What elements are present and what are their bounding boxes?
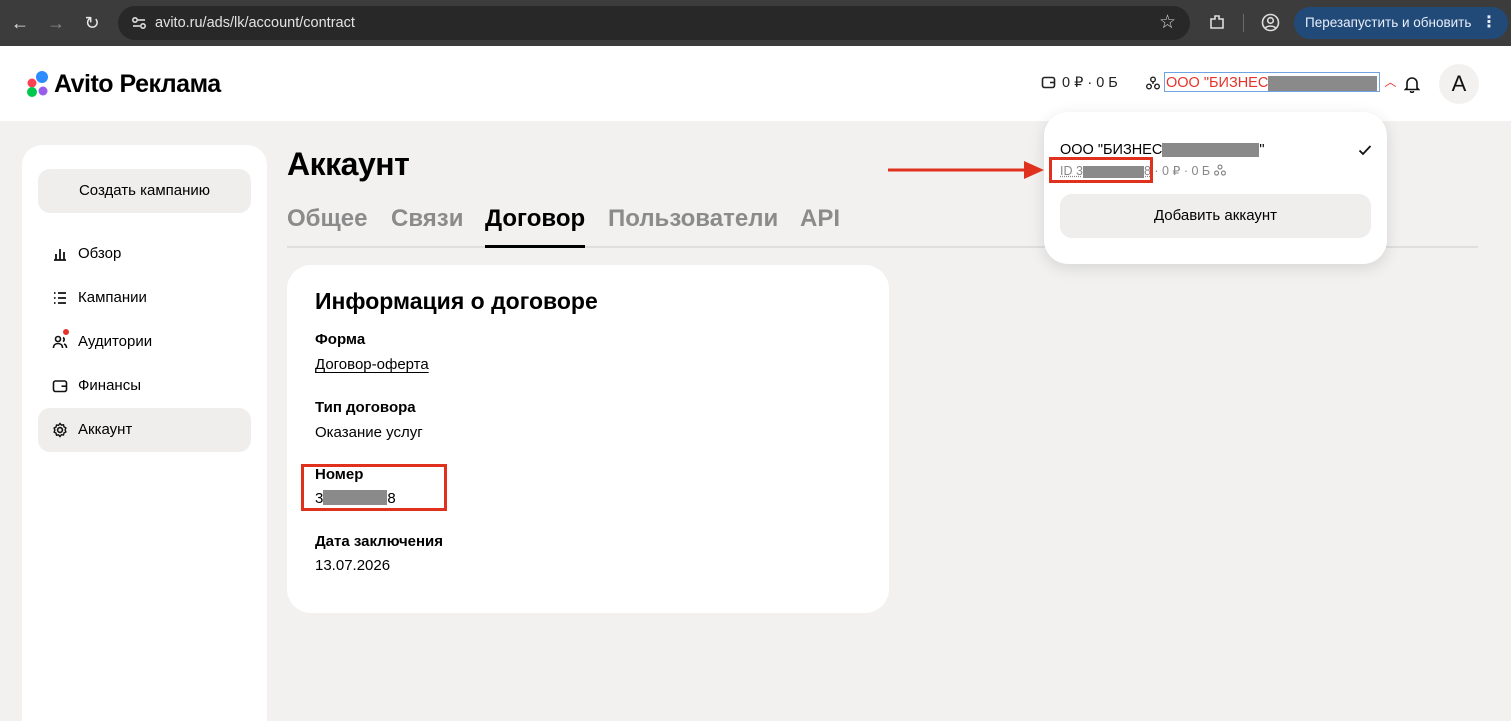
restart-update-button[interactable]: Перезапустить и обновить ⋮: [1294, 7, 1508, 39]
chevron-up-icon: ︿: [1384, 75, 1397, 89]
more-menu-icon[interactable]: ⋮: [1481, 7, 1497, 39]
organization-selector[interactable]: ООО "БИЗНЕС ︿: [1146, 72, 1396, 94]
address-bar[interactable]: avito.ru/ads/lk/account/contract ☆: [118, 6, 1190, 40]
annotation-highlight-number: [301, 464, 447, 511]
extensions-icon[interactable]: [1208, 13, 1226, 31]
org-name: ООО "БИЗНЕС: [1166, 75, 1269, 91]
sidebar-item-campaigns[interactable]: Кампании: [38, 276, 251, 320]
profile-icon[interactable]: [1261, 13, 1280, 32]
tab-users[interactable]: Пользователи: [608, 205, 778, 248]
sidebar-item-overview[interactable]: Обзор: [38, 232, 251, 276]
redacted-block: [1162, 143, 1260, 158]
type-value: Оказание услуг: [315, 424, 423, 441]
balance-indicator[interactable]: 0 ₽ · 0 Б: [1041, 75, 1118, 91]
browser-toolbar: ← → ↻ avito.ru/ads/lk/account/contract ☆…: [0, 0, 1511, 46]
sidebar-item-label: Обзор: [78, 245, 122, 262]
sidebar-item-account[interactable]: Аккаунт: [38, 408, 251, 452]
sidebar-item-finance[interactable]: Финансы: [38, 364, 251, 408]
reload-icon[interactable]: ↻: [80, 11, 104, 35]
sidebar-item-label: Аудитории: [78, 333, 153, 350]
people-icon: [52, 335, 68, 349]
sidebar: Создать кампанию Обзор Кампании Аудитори…: [22, 145, 267, 721]
sidebar-item-audiences[interactable]: Аудитории: [38, 320, 251, 364]
org-name-box: ООО "БИЗНЕС: [1164, 72, 1381, 92]
annotation-arrow-icon: [888, 161, 1044, 179]
dropdown-org-name[interactable]: ООО "БИЗНЕС ": [1060, 142, 1264, 158]
page-title: Аккаунт: [287, 146, 410, 182]
url-text: avito.ru/ads/lk/account/contract: [155, 15, 355, 31]
add-account-button[interactable]: Добавить аккаунт: [1060, 194, 1371, 238]
account-balance-meta: · 0 ₽ · 0 Б: [1154, 164, 1211, 178]
balance-text: 0 ₽ · 0 Б: [1062, 75, 1118, 91]
tab-connections[interactable]: Связи: [391, 205, 463, 248]
redacted-block: [1268, 75, 1378, 91]
org-structure-icon: [1146, 76, 1160, 90]
contract-info-card: Информация о договоре Форма Договор-офер…: [287, 265, 889, 613]
site-header: Avito Реклама 0 ₽ · 0 Б ООО "БИЗНЕС ︿ А: [0, 46, 1511, 121]
form-label: Форма: [315, 331, 366, 348]
checkmark-icon: [1358, 145, 1372, 156]
type-label: Тип договора: [315, 399, 416, 416]
wallet-icon: [1041, 76, 1056, 89]
dropdown-org-name-text: ООО "БИЗНЕС: [1060, 142, 1163, 158]
contract-offer-link[interactable]: Договор-оферта: [315, 356, 429, 373]
tab-contract[interactable]: Договор: [485, 205, 586, 248]
sidebar-item-label: Кампании: [78, 289, 147, 306]
bell-icon[interactable]: [1404, 76, 1420, 93]
dropdown-org-name-end: ": [1259, 142, 1265, 158]
account-dropdown: ООО "БИЗНЕС " ID 38 · 0 ₽ · 0 Б Добавить …: [1044, 112, 1387, 264]
sidebar-item-label: Финансы: [78, 377, 141, 394]
site-settings-icon[interactable]: [130, 14, 148, 32]
back-icon[interactable]: ←: [8, 11, 32, 35]
logo-text: Avito Реклама: [54, 70, 221, 98]
create-campaign-button[interactable]: Создать кампанию: [38, 169, 251, 213]
date-label: Дата заключения: [315, 533, 444, 550]
avito-dots-icon: [27, 71, 48, 97]
list-icon: [54, 292, 66, 304]
date-value: 13.07.2026: [315, 557, 391, 574]
forward-icon[interactable]: →: [44, 11, 68, 35]
tab-general[interactable]: Общее: [287, 205, 367, 248]
tab-api[interactable]: API: [800, 205, 840, 248]
annotation-highlight-id: [1049, 157, 1153, 183]
notification-dot: [63, 329, 69, 335]
contract-heading: Информация о договоре: [315, 288, 598, 314]
wallet-icon: [52, 380, 68, 393]
bookmark-star-icon[interactable]: ☆: [1159, 11, 1176, 34]
chart-icon: [54, 249, 66, 261]
restart-label: Перезапустить и обновить: [1305, 15, 1472, 30]
sidebar-item-label: Аккаунт: [78, 421, 133, 438]
avatar[interactable]: А: [1439, 64, 1479, 104]
toolbar-divider: [1243, 14, 1244, 32]
gear-icon: [53, 422, 67, 438]
org-structure-icon: [1213, 164, 1226, 176]
